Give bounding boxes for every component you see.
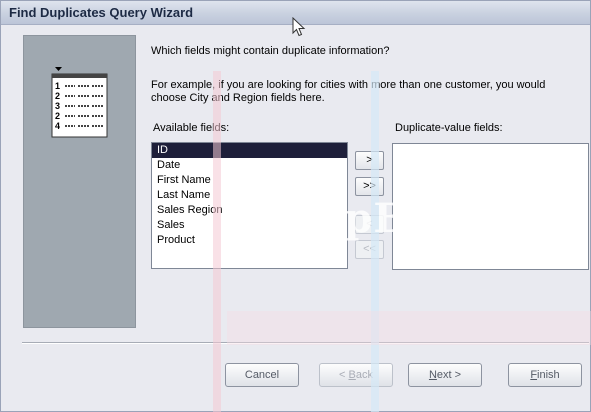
add-all-fields-button[interactable]: >>: [355, 177, 384, 196]
field-item-date[interactable]: Date: [152, 158, 347, 173]
watermark-text: DropBooks: [259, 195, 516, 242]
duplicate-records-illustration-icon: 1 2 3 2 4: [51, 67, 108, 138]
next-button-accesskey: N: [428, 369, 437, 381]
wizard-dialog: Find Duplicates Query Wizard 1 2 3 2 4 W…: [0, 0, 591, 412]
remove-all-fields-button[interactable]: <<: [355, 240, 384, 259]
illustration-row-number: 3: [55, 101, 60, 111]
next-button-label: ext >: [436, 369, 462, 381]
wizard-side-panel: 1 2 3 2 4: [23, 35, 136, 328]
wizard-question: Which fields might contain duplicate inf…: [151, 45, 390, 57]
illustration-row-number: 2: [55, 111, 60, 121]
field-item-id[interactable]: ID: [152, 143, 347, 158]
finish-button[interactable]: Finish: [508, 363, 582, 387]
back-button[interactable]: < Back: [319, 363, 393, 387]
window-title: Find Duplicates Query Wizard: [9, 5, 194, 20]
illustration-row-number: 4: [55, 121, 60, 131]
add-field-button[interactable]: >: [355, 151, 384, 170]
cancel-button[interactable]: Cancel: [225, 363, 299, 387]
watermark-bar: [227, 311, 591, 345]
watermark-band: [213, 71, 221, 412]
field-item-first-name[interactable]: First Name: [152, 173, 347, 188]
back-button-accesskey: B: [348, 369, 356, 381]
finish-button-label: inish: [537, 369, 560, 381]
back-button-prefix: <: [339, 369, 349, 381]
duplicate-fields-label: Duplicate-value fields:: [395, 122, 503, 134]
illustration-row-number: 2: [55, 91, 60, 101]
illustration-row-number: 1: [55, 81, 60, 91]
mouse-cursor-icon: [292, 17, 306, 37]
next-button[interactable]: Next >: [408, 363, 482, 387]
